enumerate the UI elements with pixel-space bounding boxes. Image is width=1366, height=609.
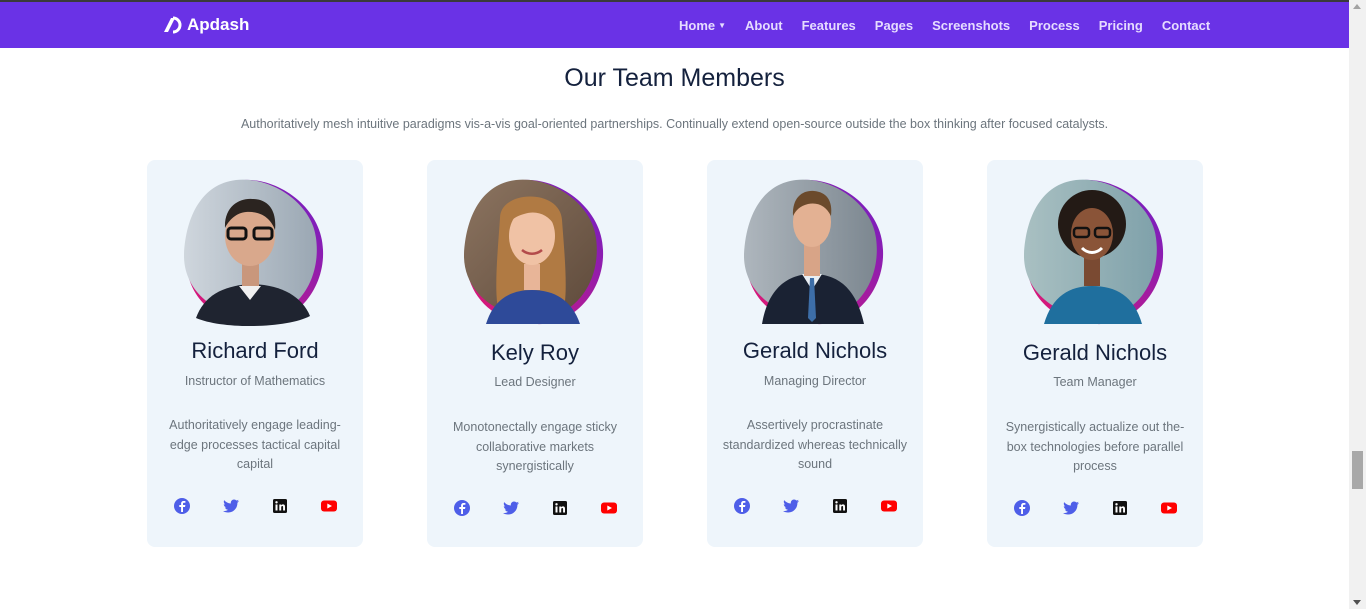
member-bio: Monotonectally engage sticky collaborati…	[453, 420, 617, 473]
twitter-icon[interactable]	[222, 497, 240, 515]
nav-pages[interactable]: Pages	[875, 18, 913, 33]
member-bio: Assertively procrastinate standardized w…	[722, 418, 908, 471]
nav-process[interactable]: Process	[1029, 18, 1080, 33]
social-links	[427, 499, 643, 517]
member-role: Team Manager	[1053, 375, 1137, 389]
nav-screenshots-label: Screenshots	[932, 17, 1011, 33]
team-member-photo	[184, 179, 324, 327]
nav-pricing-label: Pricing	[1098, 17, 1143, 33]
team-member-photo	[464, 179, 604, 325]
twitter-icon[interactable]	[502, 499, 520, 517]
member-bio: Synergistically actualize out the-box te…	[1005, 420, 1185, 473]
team-member-photo	[744, 179, 884, 325]
nav-features[interactable]: Features	[802, 18, 856, 33]
youtube-icon[interactable]	[320, 497, 338, 515]
social-links	[147, 497, 363, 515]
nav-about-label: About	[745, 17, 783, 33]
team-member-photo	[1024, 179, 1164, 325]
facebook-icon[interactable]	[733, 497, 751, 515]
facebook-icon[interactable]	[173, 497, 191, 515]
section-subtitle: Authoritatively mesh intuitive paradigms…	[240, 117, 1109, 131]
member-name: Kely Roy	[490, 340, 580, 365]
nav-features-label: Features	[801, 17, 856, 33]
linkedin-icon[interactable]	[551, 499, 569, 517]
twitter-icon[interactable]	[782, 497, 800, 515]
nav-screenshots[interactable]: Screenshots	[932, 18, 1010, 33]
member-role: Lead Designer	[494, 375, 576, 389]
nav-about[interactable]: About	[745, 18, 783, 33]
member-role: Instructor of Mathematics	[184, 374, 326, 388]
youtube-icon[interactable]	[600, 499, 618, 517]
scroll-down-arrow-icon[interactable]	[1353, 600, 1361, 605]
social-links	[707, 497, 923, 515]
linkedin-icon[interactable]	[831, 497, 849, 515]
linkedin-icon[interactable]	[271, 497, 289, 515]
member-bio: Authoritatively engage leading-edge proc…	[169, 418, 341, 471]
team-card: Richard Ford Instructor of Mathematics A…	[147, 160, 363, 547]
member-name: Gerald Nichols	[742, 338, 888, 363]
brand-name: Apdash	[187, 15, 250, 34]
team-card: Kely Roy Lead Designer Monotonectally en…	[427, 160, 643, 547]
brand-logo[interactable]: Apdash	[162, 15, 249, 35]
nav-pricing[interactable]: Pricing	[1099, 18, 1143, 33]
nav-contact[interactable]: Contact	[1162, 18, 1210, 33]
section-title: Our Team Members	[564, 64, 785, 92]
scroll-up-arrow-icon[interactable]	[1353, 4, 1361, 9]
nav-contact-label: Contact	[1161, 17, 1211, 33]
youtube-icon[interactable]	[880, 497, 898, 515]
scrollbar-thumb[interactable]	[1352, 451, 1363, 489]
facebook-icon[interactable]	[1013, 499, 1031, 517]
member-role: Managing Director	[763, 374, 867, 388]
vertical-scrollbar[interactable]	[1349, 0, 1366, 609]
youtube-icon[interactable]	[1160, 499, 1178, 517]
team-card: Gerald Nichols Managing Director Asserti…	[707, 160, 923, 547]
social-links	[987, 499, 1203, 517]
team-card: Gerald Nichols Team Manager Synergistica…	[987, 160, 1203, 547]
facebook-icon[interactable]	[453, 499, 471, 517]
apdash-logo-icon	[164, 16, 182, 34]
twitter-icon[interactable]	[1062, 499, 1080, 517]
linkedin-icon[interactable]	[1111, 499, 1129, 517]
nav-process-label: Process	[1029, 17, 1080, 33]
nav-home-label: Home	[679, 17, 716, 33]
main-nav: Home ▼ About Features Pages Screenshots P…	[679, 2, 1210, 48]
nav-pages-label: Pages	[874, 17, 914, 33]
nav-home[interactable]: Home ▼	[679, 18, 726, 33]
member-name: Gerald Nichols	[1022, 340, 1168, 365]
caret-down-icon: ▼	[718, 20, 727, 30]
member-name: Richard Ford	[191, 338, 319, 363]
